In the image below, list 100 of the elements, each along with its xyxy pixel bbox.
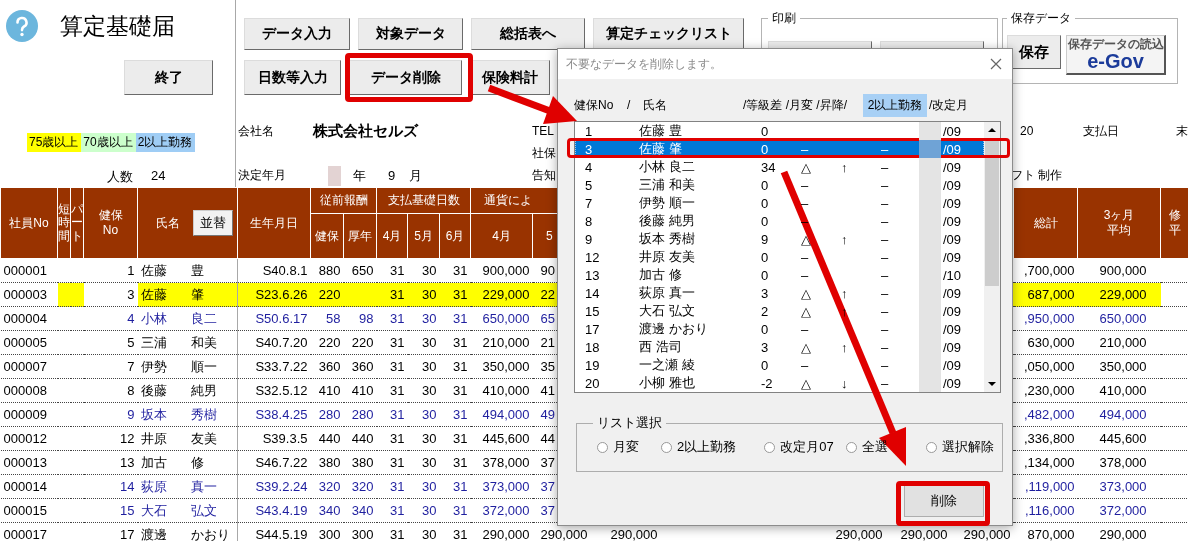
list-cell-text: /09 — [942, 249, 962, 265]
scroll-thumb[interactable] — [985, 138, 999, 286]
toolbar-button[interactable]: 日数等入力 — [244, 60, 341, 95]
group-header: 従前報酬 — [310, 187, 377, 214]
list-cell-text: 0 — [761, 357, 770, 373]
toolbar-button[interactable]: 保険料計 — [470, 60, 550, 95]
table-cell: 445,600 — [1099, 430, 1147, 446]
table-cell: 5 — [127, 334, 135, 350]
table-cell: 弘文 — [190, 502, 217, 518]
company-name: 株式会社セルズ — [313, 121, 420, 141]
group-title: 保存データ — [1010, 10, 1072, 27]
table-cell: S43.4.19 — [255, 502, 308, 518]
group-header: 支払基礎日数 — [376, 187, 471, 214]
table-cell: 真一 — [190, 478, 217, 494]
list-cell-text: – — [881, 375, 890, 391]
shaded-cell — [919, 140, 941, 158]
radio-icon[interactable] — [925, 441, 937, 453]
field-label: 社保 — [532, 144, 556, 162]
radio-option[interactable]: 選択解除 — [925, 438, 994, 456]
input-field[interactable] — [328, 165, 341, 186]
list-row[interactable]: 20 小柳 雅也 -2 △ ↓ – /09 — [575, 374, 984, 392]
field-label: 支払日 — [1083, 122, 1120, 140]
help-icon — [6, 10, 38, 42]
table-cell: 30 — [422, 310, 437, 326]
list-cell-text: – — [881, 213, 890, 229]
list-cell-text: 佐藤 肇 — [639, 140, 683, 158]
table-cell: 440 — [351, 430, 374, 446]
list-row[interactable]: 13 加古 修 0 – – /10 — [575, 266, 984, 284]
table-cell: S32.5.12 — [255, 382, 308, 398]
table-cell: 300 — [318, 526, 341, 541]
table-cell: 320 — [318, 478, 341, 494]
list-cell-text: – — [881, 357, 890, 373]
toolbar-button[interactable]: データ入力 — [244, 18, 350, 50]
list-cell-text: 井原 友美 — [639, 248, 696, 266]
field-value: 9 — [388, 168, 396, 183]
list-row[interactable]: 18 西 浩司 3 △ ↑ – /09 — [575, 338, 984, 356]
radio-option[interactable]: 全選 — [845, 438, 888, 456]
table-cell: 380 — [351, 454, 374, 470]
list-cell-text: -2 — [761, 375, 774, 391]
list-row[interactable]: 4 小林 良二 34 △ ↑ – /09 — [575, 158, 984, 176]
radio-icon[interactable] — [597, 441, 608, 453]
radio-option[interactable]: 改定月07 — [764, 438, 834, 456]
table-cell: S33.7.22 — [255, 358, 308, 374]
column-header: 社員No — [0, 187, 58, 259]
list-cell-text: ↓ — [841, 375, 849, 391]
toolbar-button[interactable]: 対象データ — [358, 18, 463, 50]
table-cell: かおり — [190, 526, 230, 541]
list-row[interactable]: 17 渡邊 かおり 0 – – /09 — [575, 320, 984, 338]
table-cell: 37 — [540, 478, 555, 494]
table-cell: 30 — [422, 502, 437, 518]
list-cell-text: 3 — [761, 339, 770, 355]
list-cell-text: 8 — [584, 213, 594, 229]
sort-button[interactable]: 並替 — [193, 210, 233, 236]
load-button[interactable]: 保存データの読込 e-Gov — [1066, 35, 1166, 75]
table-cell: 300 — [351, 526, 374, 541]
table-cell: 31 — [453, 406, 468, 422]
scrollbar[interactable] — [984, 122, 1000, 392]
list-cell-text: 大石 弘文 — [639, 302, 696, 320]
table-cell: ,119,000 — [1024, 478, 1075, 494]
table-cell: 22 — [540, 286, 555, 302]
list-cell-text: /09 — [942, 339, 962, 355]
table-cell-text: 三浦 — [140, 335, 168, 350]
table-cell: 410 — [318, 382, 341, 398]
list-column-header: 健保No — [574, 96, 615, 114]
table-cell: 445,600 — [482, 430, 530, 446]
exit-button[interactable]: 終了 — [124, 60, 213, 95]
table-cell: 31 — [390, 502, 405, 518]
table-cell: S39.2.24 — [255, 478, 308, 494]
table-cell: 220 — [351, 334, 374, 350]
column-header: 総計 — [1013, 187, 1078, 259]
delete-button[interactable]: 削除 — [904, 484, 984, 517]
radio-option[interactable]: 月変 — [597, 438, 639, 456]
close-icon[interactable] — [990, 58, 1002, 70]
list-cell-text: – — [881, 231, 890, 247]
table-cell: 340 — [351, 502, 374, 518]
list-cell-text: /09 — [942, 321, 962, 337]
table-cell: 494,000 — [1099, 406, 1147, 422]
list-row[interactable]: 15 大石 弘文 2 △ ↑ – /09 — [575, 302, 984, 320]
toolbar-button[interactable]: 算定チェックリスト — [593, 18, 744, 50]
table-cell: 650,000 — [1099, 310, 1147, 326]
toolbar-button[interactable]: 総括表へ — [471, 18, 585, 50]
list-row[interactable]: 19 一之瀬 綾 0 – – /09 — [575, 356, 984, 374]
list-cell-text: ↑ — [841, 231, 849, 247]
table-cell: 372,000 — [482, 502, 530, 518]
list-row[interactable]: 1 佐藤 豊 0 /09 — [575, 122, 984, 140]
list-row[interactable]: 14 荻原 真一 3 △ ↑ – /09 — [575, 284, 984, 302]
radio-icon[interactable] — [845, 441, 857, 453]
save-button[interactable]: 保存 — [1007, 35, 1061, 69]
toolbar-button[interactable]: データ削除 — [349, 60, 462, 95]
list-cell-text: – — [801, 357, 810, 373]
list-cell-text: /09 — [942, 231, 962, 247]
list-cell-text: ↑ — [841, 339, 849, 355]
table-cell-text: 佐藤 — [140, 263, 168, 278]
column-header: パート — [71, 203, 83, 243]
radio-option[interactable]: 2以上勤務 — [661, 438, 737, 456]
radio-icon[interactable] — [764, 441, 776, 453]
table-cell: 41 — [540, 382, 555, 398]
field-label: 月 — [409, 166, 423, 185]
table-cell: 31 — [390, 286, 405, 302]
radio-icon[interactable] — [661, 441, 672, 453]
